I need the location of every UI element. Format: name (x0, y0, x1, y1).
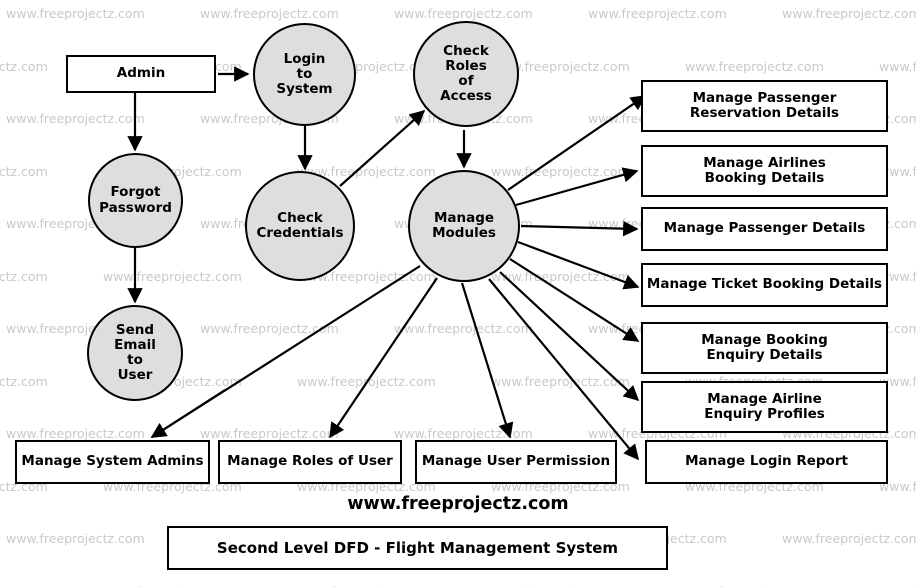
process-check-credentials[interactable]: Check Credentials (245, 171, 355, 281)
store-manage-passenger-reservation-details[interactable]: Manage Passenger Reservation Details (641, 80, 888, 132)
store-manage-login-report[interactable]: Manage Login Report (645, 440, 888, 484)
process-manage-modules[interactable]: Manage Modules (408, 170, 520, 282)
process-forgot-password[interactable]: Forgot Password (88, 153, 183, 248)
store-manage-user-permission[interactable]: Manage User Permission (415, 440, 617, 484)
store-manage-airlines-booking-details[interactable]: Manage Airlines Booking Details (641, 145, 888, 197)
store-manage-ticket-booking-details[interactable]: Manage Ticket Booking Details (641, 263, 888, 307)
store-manage-airline-enquiry-profiles[interactable]: Manage Airline Enquiry Profiles (641, 381, 888, 433)
site-label: www.freeprojectz.com (347, 494, 569, 514)
node-layer: Admin Login to System Check Roles of Access F… (0, 0, 916, 587)
process-send-email-to-user[interactable]: Send Email to User (87, 305, 183, 401)
store-manage-system-admins[interactable]: Manage System Admins (15, 440, 210, 484)
process-login-to-system[interactable]: Login to System (253, 23, 356, 126)
entity-admin[interactable]: Admin (66, 55, 216, 93)
store-manage-booking-enquiry-details[interactable]: Manage Booking Enquiry Details (641, 322, 888, 374)
store-manage-passenger-details[interactable]: Manage Passenger Details (641, 207, 888, 251)
diagram-title-box: Second Level DFD - Flight Management Sys… (167, 526, 668, 570)
store-manage-roles-of-user[interactable]: Manage Roles of User (218, 440, 402, 484)
dfd-diagram-canvas: www.freeprojectz.com www.freeprojectz.com… (0, 0, 916, 587)
process-check-roles-of-access[interactable]: Check Roles of Access (413, 21, 519, 127)
